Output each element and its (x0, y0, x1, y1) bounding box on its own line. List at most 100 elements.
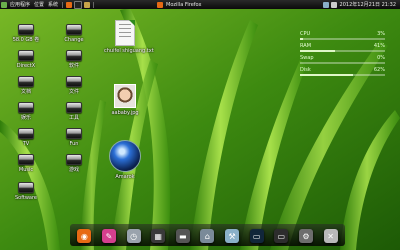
text-document-icon (115, 20, 135, 46)
desktop-icon[interactable]: 工具 (56, 102, 92, 121)
firefox-icon (157, 1, 164, 8)
desktop-icon[interactable]: 娱乐 (8, 102, 44, 121)
system-monitor-widget: CPU 3% RAM 41% Swap 0% Disk 62% (300, 30, 385, 86)
app-icon (109, 140, 141, 172)
clock[interactable]: 2012年12月21日 21:32 (340, 1, 396, 8)
monitor-bar (300, 50, 385, 52)
monitor-value: 41% (373, 42, 385, 49)
desktop-icon-label: TV (22, 141, 30, 147)
terminal-icon[interactable]: ▭ (249, 229, 264, 243)
volume-icon[interactable] (330, 1, 337, 8)
desktop-icon[interactable]: 文档 (8, 76, 44, 95)
desktop-icon[interactable]: Amarok (104, 140, 146, 180)
disk-icon[interactable]: ▬ (175, 229, 190, 243)
desktop-icon-label: Amarok (115, 174, 135, 180)
system-menu[interactable]: 系统 (46, 0, 60, 9)
places-menu[interactable]: 位置 (32, 0, 46, 9)
monitor-label: Disk (300, 66, 311, 73)
drive-icon (66, 102, 82, 113)
desktop-icon-label: 娱乐 (20, 115, 31, 121)
desktop-icon[interactable]: chuifel shiguang.txt (104, 20, 154, 54)
monitor-bar-fill (300, 74, 353, 76)
network-icon[interactable]: ⚒ (225, 229, 240, 243)
drive-icon (18, 24, 34, 35)
system-menu-label: 系统 (48, 2, 59, 8)
monitor-label: Swap (300, 54, 314, 61)
desktop-icon[interactable]: Music (8, 154, 44, 173)
applications-menu[interactable]: 应用程序 (0, 0, 32, 9)
monitor-row: Swap 0% (300, 54, 385, 61)
monitor-bar (300, 74, 385, 76)
desktop-icon-label: chuifel shiguang.txt (104, 48, 154, 54)
terminal-launcher-icon[interactable] (74, 0, 83, 9)
monitor-row: CPU 3% (300, 30, 385, 37)
desktop-icon[interactable]: Fun (56, 128, 92, 147)
desktop-icon-label: 软件 (68, 63, 79, 69)
files-launcher-icon[interactable] (84, 1, 91, 8)
desktop-icon-label: aababy.jpg (111, 110, 139, 116)
monitor-icon[interactable]: ▭ (274, 229, 289, 243)
desktop-icon[interactable]: DirectX (8, 50, 44, 69)
drive-icon (66, 154, 82, 165)
monitor-bar (300, 62, 385, 64)
photo-icon (114, 84, 136, 108)
desktop-icon-label: DirectX (16, 63, 36, 69)
places-menu-label: 位置 (34, 2, 45, 8)
drive-icon (66, 50, 82, 61)
desktop-icon-label: 58.0 GB 卷 (12, 37, 40, 43)
drive-icon (66, 128, 82, 139)
desktop-icon-label: 游戏 (68, 167, 79, 173)
desktop-icon[interactable]: 游戏 (56, 154, 92, 173)
desktop-icon-label: Music (18, 167, 34, 173)
drive-icon (18, 128, 34, 139)
monitor-value: 62% (373, 66, 385, 73)
desktop-icon[interactable]: Change (56, 24, 92, 43)
drive-icon (18, 182, 34, 193)
firefox-launcher-icon[interactable] (66, 1, 73, 8)
trash-icon[interactable]: ✕ (323, 229, 338, 243)
monitor-bar-fill (300, 38, 303, 40)
desktop-icon-label: Change (64, 37, 84, 43)
desktop-icon-label: 文档 (20, 89, 31, 95)
desktop-icon[interactable]: Software (8, 182, 44, 201)
media-icon[interactable]: ▦ (151, 229, 166, 243)
desktop-icon[interactable]: 文件 (56, 76, 92, 95)
monitor-row: RAM 41% (300, 42, 385, 49)
monitor-value: 0% (377, 54, 385, 61)
dock: ◉ ✎ ◷ ▦ ▬ ⌂ ⚒ ▭ ▭ ⚙ ✕ (70, 224, 345, 246)
system-tray: 2012年12月21日 21:32 (322, 0, 398, 9)
desktop-icon[interactable]: TV (8, 128, 44, 147)
applications-menu-label: 应用程序 (10, 2, 31, 8)
firefox-icon[interactable]: ◉ (77, 229, 92, 243)
paint-icon[interactable]: ✎ (101, 229, 116, 243)
monitor-row: Disk 62% (300, 66, 385, 73)
drive-icon (18, 50, 34, 61)
home-icon[interactable]: ⌂ (200, 229, 215, 243)
settings-icon[interactable]: ⚙ (298, 229, 313, 243)
monitor-label: CPU (300, 30, 311, 37)
desktop-icon[interactable]: 58.0 GB 卷 (8, 24, 44, 43)
desktop-icon[interactable]: aababy.jpg (104, 84, 146, 116)
top-panel: 应用程序 位置 系统 Mozilla Firefox 2012年12月21日 2… (0, 0, 400, 9)
window-title: Mozilla Firefox (166, 1, 202, 8)
monitor-bar-fill (300, 50, 335, 52)
menu-icon (1, 1, 7, 8)
separator (93, 1, 95, 8)
drive-icon (18, 76, 34, 87)
separator (62, 1, 64, 8)
desktop-icon-label: 文件 (68, 89, 79, 95)
monitor-value: 3% (377, 30, 385, 37)
drive-icon (18, 154, 34, 165)
clock-icon[interactable]: ◷ (126, 229, 141, 243)
network-icon[interactable] (322, 1, 329, 8)
drive-icon (18, 102, 34, 113)
drive-icon (66, 76, 82, 87)
desktop-icon-label: Fun (69, 141, 79, 147)
drive-icon (66, 24, 82, 35)
desktop-icon-label: Software (14, 195, 38, 201)
monitor-label: RAM (300, 42, 312, 49)
desktop-icon-label: 工具 (68, 115, 79, 121)
taskbar-window-button[interactable]: Mozilla Firefox (156, 0, 203, 9)
monitor-bar (300, 38, 385, 40)
desktop-icon[interactable]: 软件 (56, 50, 92, 69)
